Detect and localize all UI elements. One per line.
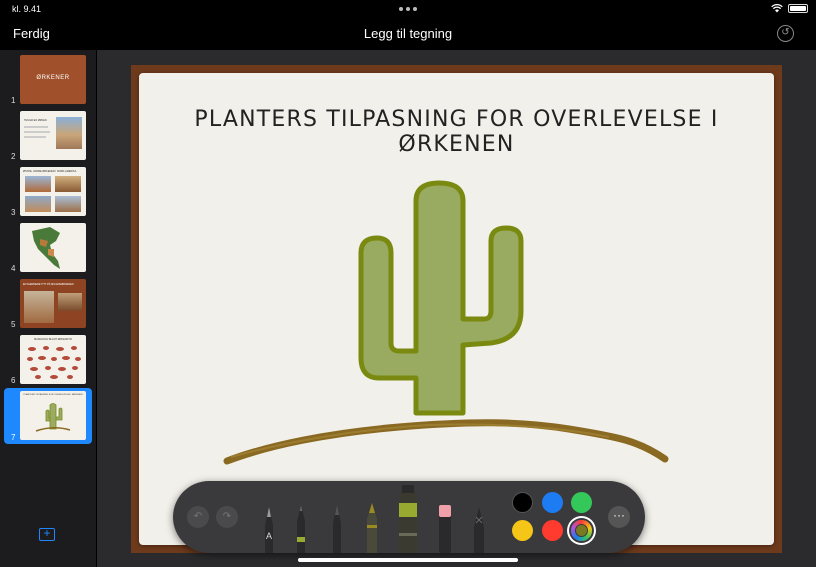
color-yellow[interactable] (512, 520, 533, 541)
slide-number: 4 (11, 264, 16, 273)
pen-icon[interactable]: A (259, 481, 279, 553)
slide-number: 2 (11, 152, 16, 161)
slide-thumbnail-4[interactable]: 4 (0, 222, 96, 274)
slide-number: 1 (11, 96, 16, 105)
status-bar: kl. 9.41 (0, 0, 816, 18)
cactus-shape (358, 180, 524, 416)
slide-preview: PLANTERS TILPASNING FOR OVERLEVELSE I ØR… (20, 391, 86, 440)
slide-thumbnail-7[interactable]: 7 PLANTERS TILPASNING FOR OVERLEVELSE I … (4, 388, 92, 444)
slide-thumbnail-1[interactable]: 1 ØRKENER (0, 54, 96, 106)
eraser-icon[interactable] (435, 481, 455, 553)
status-icons (771, 4, 808, 13)
slide-preview-title: HVA ER EN ØRKEN (24, 119, 47, 122)
slide-preview: MANGFOLD BLANT ØRKENDYR (20, 335, 86, 384)
slide-preview: EN NÆRMERE TITT PÅ MOJAVEØRKENEN (20, 279, 86, 328)
battery-icon (788, 4, 808, 13)
undo-icon[interactable]: ↺ (777, 25, 794, 42)
slide-thumbnail-3[interactable]: 3 ØSTRE, VARME ØRKENER I NORD-AMERIKA (0, 166, 96, 218)
drawing-toolbar: ↶ ↷ A ··· (173, 481, 645, 553)
selected-color-indicator (575, 524, 588, 537)
color-blue[interactable] (542, 492, 563, 513)
lasso-icon[interactable] (469, 481, 489, 553)
slide-preview-title: ØRKENER (36, 75, 70, 81)
slide-number: 7 (11, 433, 16, 442)
crayon-icon[interactable] (362, 481, 382, 553)
slide-number: 5 (11, 320, 16, 329)
undo-stroke-icon[interactable]: ↶ (187, 506, 209, 528)
more-options-icon[interactable]: ··· (608, 506, 630, 528)
slide-number: 3 (11, 208, 16, 217)
nav-title: Legg til tegning (363, 26, 453, 41)
multitasking-dots[interactable] (399, 7, 417, 11)
fineliner-icon[interactable] (291, 481, 311, 553)
slide-paper[interactable]: PLANTERS TILPASNING FOR OVERLEVELSE I ØR… (139, 73, 774, 545)
slide-thumbnail-6[interactable]: 6 MANGFOLD BLANT ØRKENDYR (0, 334, 96, 386)
slide-preview: ØRKENER (20, 55, 86, 104)
fountain-pen-icon[interactable] (327, 481, 347, 553)
slide-preview: HVA ER EN ØRKEN (20, 111, 86, 160)
slide-thumbnail-2[interactable]: 2 HVA ER EN ØRKEN (0, 110, 96, 162)
redo-stroke-icon[interactable]: ↷ (216, 506, 238, 528)
color-picker-custom[interactable] (571, 520, 592, 541)
add-slide-button[interactable]: + (39, 527, 55, 541)
color-black[interactable] (512, 492, 533, 513)
slide-number: 6 (11, 376, 16, 385)
slide-preview: ØSTRE, VARME ØRKENER I NORD-AMERIKA (20, 167, 86, 216)
svg-text:A: A (266, 531, 272, 541)
color-green[interactable] (571, 492, 592, 513)
home-indicator (298, 558, 518, 562)
nav-bar: Ferdig Legg til tegning ↺ (0, 18, 816, 50)
status-time: kl. 9.41 (12, 4, 42, 14)
slide-preview-title: ØSTRE, VARME ØRKENER I NORD-AMERIKA (23, 170, 77, 173)
color-red[interactable] (542, 520, 563, 541)
marker-icon[interactable] (395, 481, 421, 553)
slide-thumbnail-5[interactable]: 5 EN NÆRMERE TITT PÅ MOJAVEØRKENEN (0, 278, 96, 330)
cactus-drawing[interactable] (139, 73, 774, 545)
slide-preview-title: EN NÆRMERE TITT PÅ MOJAVEØRKENEN (23, 283, 74, 286)
slide-navigator: 1 ØRKENER 2 HVA ER EN ØRKEN 3 ØSTRE, VAR… (0, 50, 96, 567)
slide-preview (20, 223, 86, 272)
slide-frame: PLANTERS TILPASNING FOR OVERLEVELSE I ØR… (131, 65, 782, 553)
wifi-icon (771, 4, 783, 13)
